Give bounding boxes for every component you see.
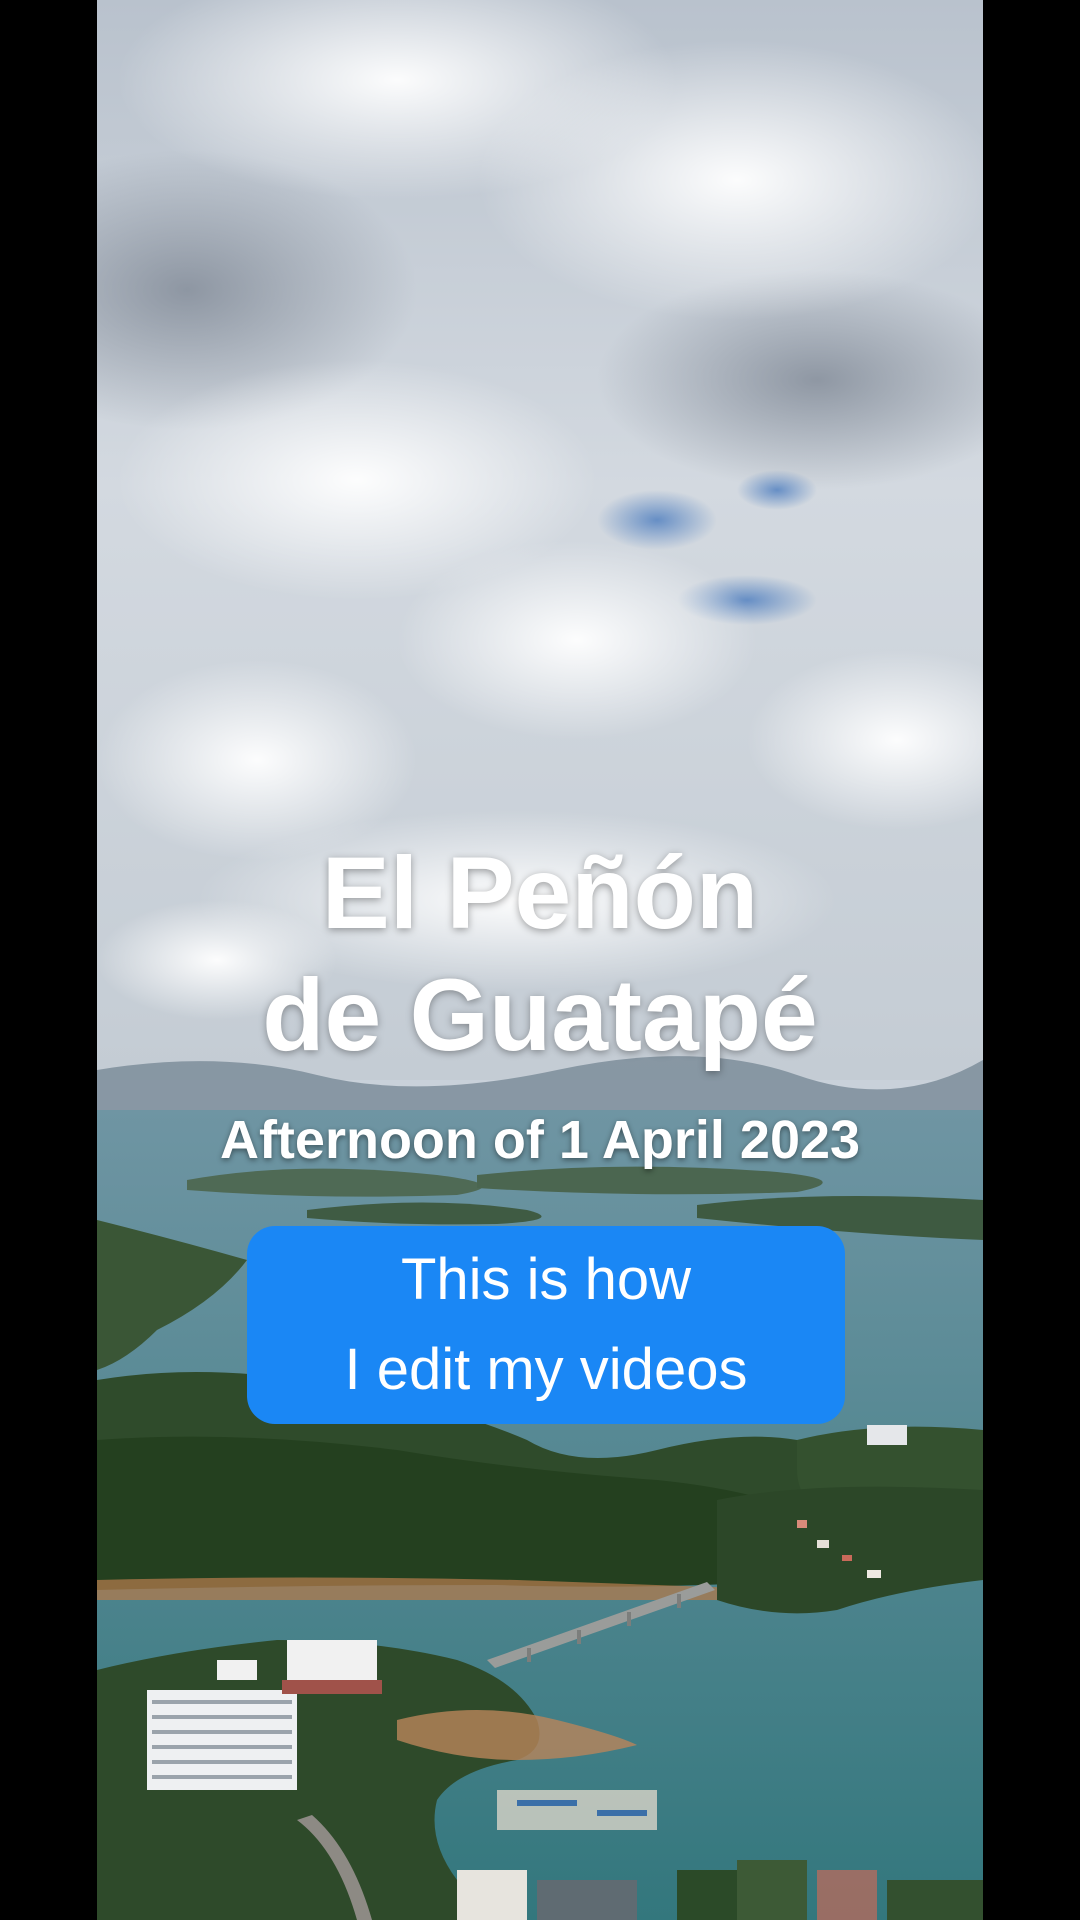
- date-subtitle: Afternoon of 1 April 2023: [219, 1110, 861, 1170]
- caption-line-2: I edit my videos: [344, 1337, 748, 1402]
- title-line-1: El Peñón: [321, 836, 759, 950]
- video-title: El Peñón de Guatapé: [97, 832, 983, 1076]
- letterbox-left: [0, 0, 97, 1920]
- caption-line-1: This is how: [400, 1247, 692, 1312]
- caption-box: This is how I edit my videos: [247, 1226, 845, 1424]
- title-line-2: de Guatapé: [262, 958, 818, 1072]
- letterbox-right: [983, 0, 1080, 1920]
